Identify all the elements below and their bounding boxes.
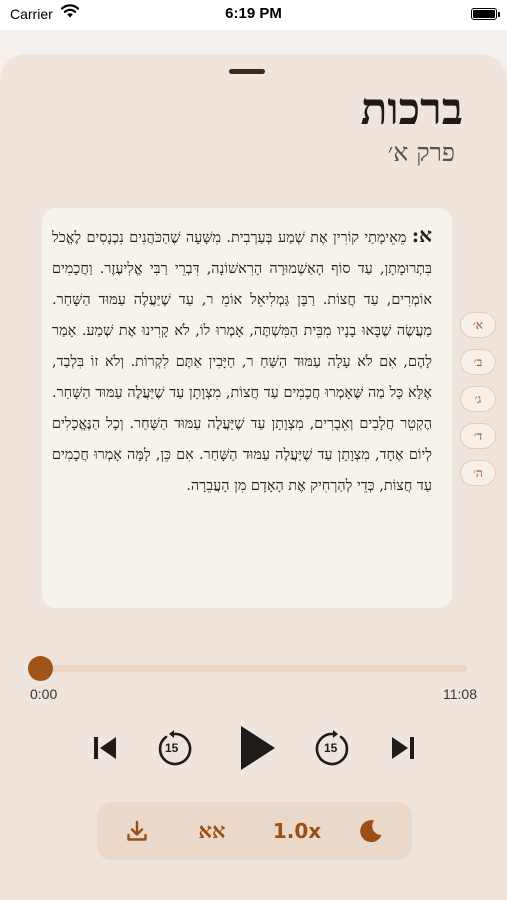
text-fade xyxy=(42,572,452,608)
speed-button[interactable]: 1.0x xyxy=(265,802,329,860)
skip-forward-label: 15 xyxy=(324,741,338,755)
mishna-marker: א: xyxy=(411,223,433,247)
chapter-subtitle: פרק א׳ xyxy=(387,138,455,167)
current-time: 0:00 xyxy=(30,686,58,702)
status-bar: Carrier 6:19 PM xyxy=(0,0,507,30)
download-button[interactable] xyxy=(115,802,159,860)
speed-label: 1.0x xyxy=(272,819,322,843)
next-icon xyxy=(392,737,414,759)
mishna-pill-1[interactable]: א׳ xyxy=(460,312,496,338)
skip-forward-button[interactable]: 15 xyxy=(314,730,352,768)
play-icon xyxy=(241,726,275,770)
dark-mode-button[interactable] xyxy=(349,802,393,860)
skip-back-label: 15 xyxy=(165,741,179,755)
progress-thumb[interactable] xyxy=(28,656,53,681)
moon-icon xyxy=(360,820,382,843)
mishna-pill-2[interactable]: ב׳ xyxy=(460,349,496,375)
tractate-title: ברכות xyxy=(360,84,463,135)
mishna-text: מֵאֵימָתַי קוֹרִין אֶת שְׁמַע בְּעַרְבִי… xyxy=(52,230,432,494)
mishna-pill-4[interactable]: ד׳ xyxy=(460,423,496,449)
font-toggle-label: אא xyxy=(198,818,226,843)
mishna-text-card[interactable]: א: מֵאֵימָתַי קוֹרִין אֶת שְׁמַע בְּעַרְ… xyxy=(42,208,452,608)
mishna-pill-3[interactable]: ג׳ xyxy=(460,386,496,412)
progress-track[interactable] xyxy=(40,665,467,672)
download-icon xyxy=(127,820,147,841)
skip-back-button[interactable]: 15 xyxy=(155,730,193,768)
previous-icon xyxy=(94,737,116,759)
total-time: 11:08 xyxy=(443,686,477,702)
bottom-toolbar: אא 1.0x xyxy=(97,802,412,860)
font-toggle-button[interactable]: אא xyxy=(187,802,237,860)
mishna-index: א׳ ב׳ ג׳ ד׳ ה׳ xyxy=(460,312,496,497)
battery-icon xyxy=(471,8,500,20)
next-track-button[interactable] xyxy=(388,733,418,763)
mishna-paragraph: א: מֵאֵימָתַי קוֹרִין אֶת שְׁמַע בְּעַרְ… xyxy=(42,208,452,502)
mishna-pill-5[interactable]: ה׳ xyxy=(460,460,496,486)
previous-track-button[interactable] xyxy=(90,733,120,763)
play-button[interactable] xyxy=(235,723,279,773)
status-time: 6:19 PM xyxy=(225,5,282,22)
sheet-grabber[interactable] xyxy=(229,69,265,74)
